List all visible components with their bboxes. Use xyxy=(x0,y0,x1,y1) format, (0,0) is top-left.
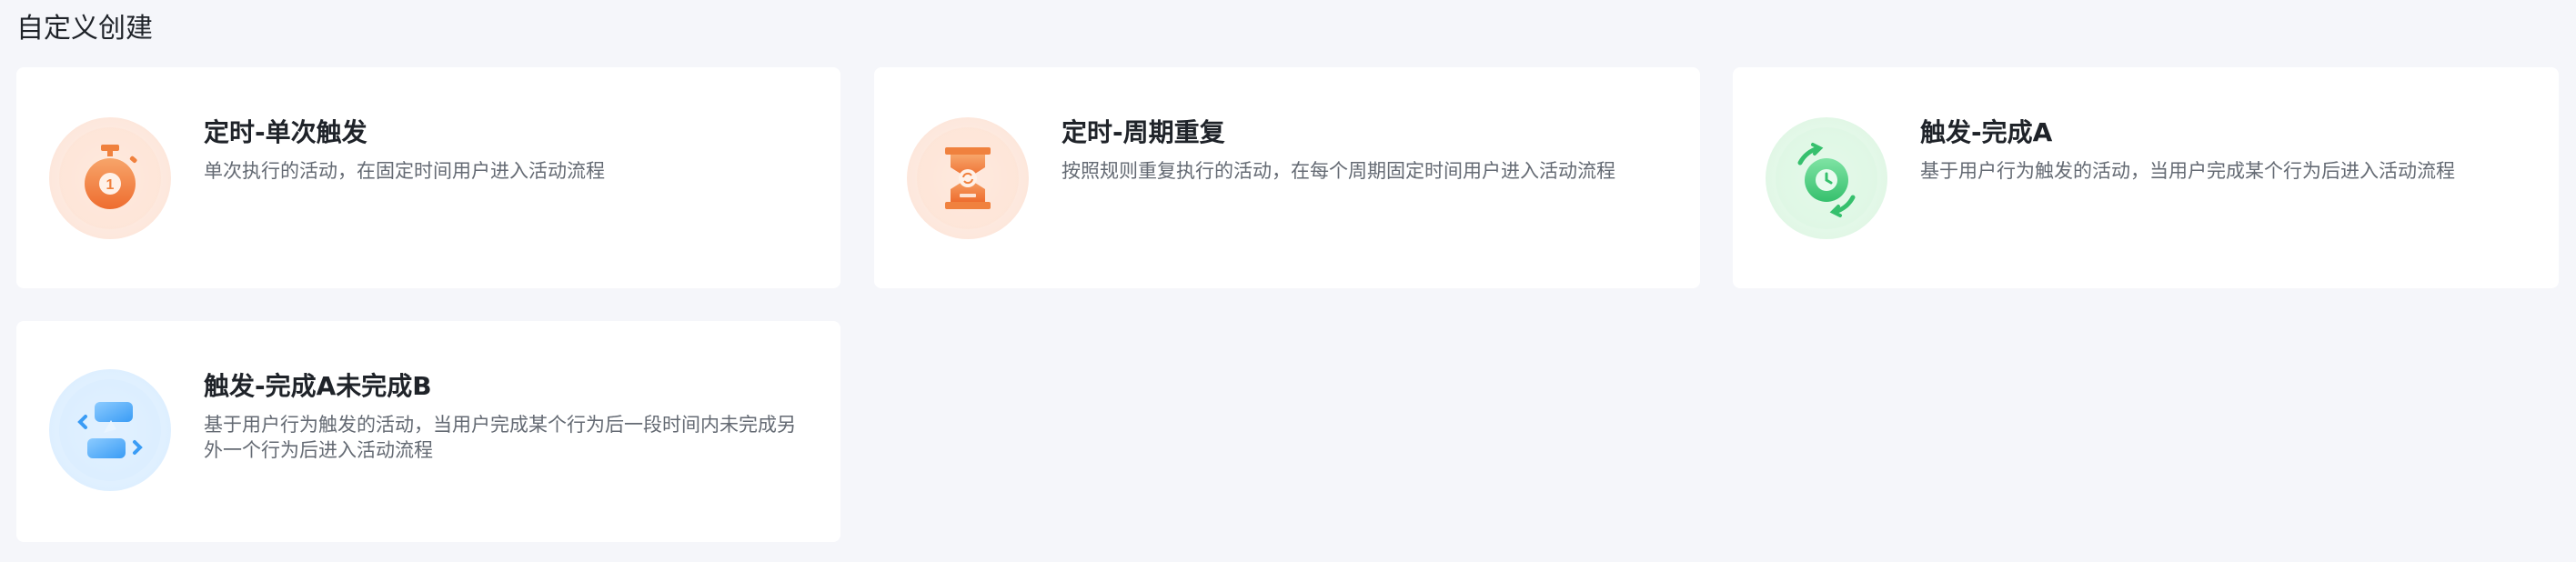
card-scheduled-repeat[interactable]: 定时-周期重复 按照规则重复执行的活动，在每个周期固定时间用户进入活动流程 xyxy=(874,67,1700,288)
card-description: 按照规则重复执行的活动，在每个周期固定时间用户进入活动流程 xyxy=(1062,160,1615,182)
card-scheduled-once[interactable]: 1 定时-单次触发 单次执行的活动，在固定时间用户进入活动流程 xyxy=(16,67,840,288)
card-title: 触发-完成A xyxy=(1920,117,2053,147)
card-trigger-complete-a-not-b[interactable]: 触发-完成A未完成B 基于用户行为触发的活动，当用户完成某个行为后一段时间内未完… xyxy=(16,321,840,542)
card-title: 定时-单次触发 xyxy=(204,117,367,147)
stopwatch-icon: 1 xyxy=(49,117,171,239)
card-title: 定时-周期重复 xyxy=(1062,117,1225,147)
clock-cycle-icon xyxy=(1766,117,1887,239)
card-description: 基于用户行为触发的活动，当用户完成某个行为后一段时间内未完成另外一个行为后进入活… xyxy=(204,414,796,461)
branch-flow-icon xyxy=(49,369,171,491)
card-trigger-complete-a[interactable]: 触发-完成A 基于用户行为触发的活动，当用户完成某个行为后进入活动流程 xyxy=(1733,67,2559,288)
card-title: 触发-完成A未完成B xyxy=(204,371,432,401)
card-description: 基于用户行为触发的活动，当用户完成某个行为后进入活动流程 xyxy=(1920,160,2455,182)
stopwatch-number: 1 xyxy=(106,177,115,193)
page-title: 自定义创建 xyxy=(16,13,153,45)
card-description: 单次执行的活动，在固定时间用户进入活动流程 xyxy=(204,160,605,182)
hourglass-icon xyxy=(907,117,1029,239)
custom-create-page: 自定义创建 1 定时-单次触发 单次执行的活动，在固定时间用户进入活动流程 定时… xyxy=(0,0,2576,562)
